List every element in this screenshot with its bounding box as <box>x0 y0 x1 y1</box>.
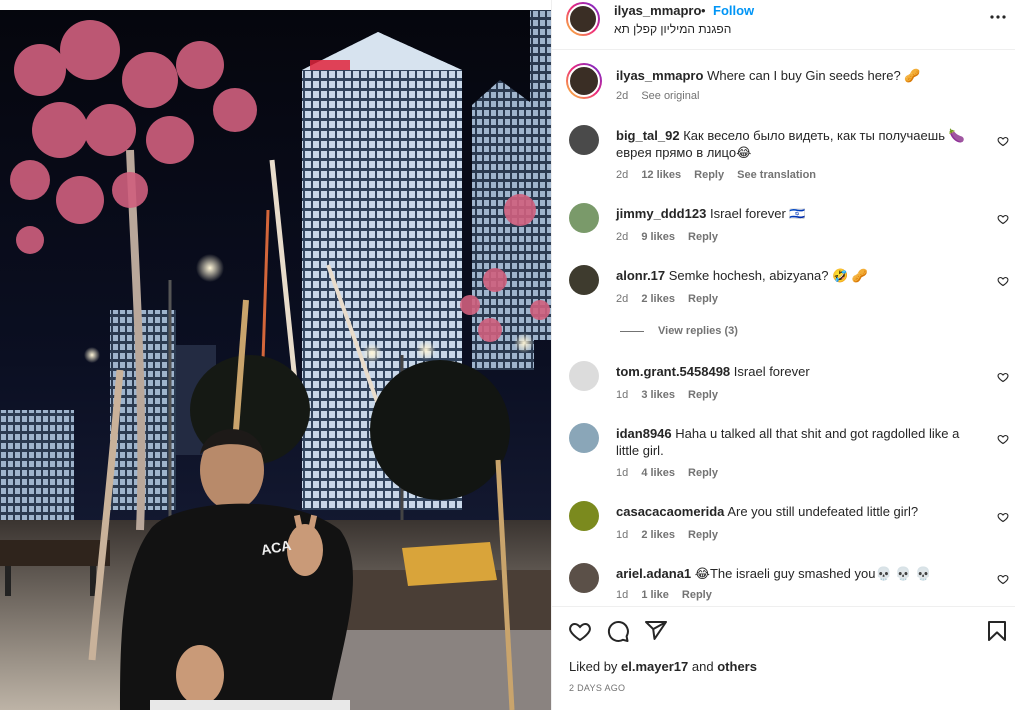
comment-likes[interactable]: 4 likes <box>641 467 675 479</box>
comment-likes[interactable]: 2 likes <box>641 529 675 541</box>
comment-meta: 1d 1 like Reply <box>616 589 722 601</box>
comment-meta: 1d 4 likes Reply <box>616 467 728 479</box>
caption-age: 2d <box>616 90 629 102</box>
header-separator: • <box>701 3 706 18</box>
comment-avatar[interactable] <box>569 563 599 593</box>
post-side-panel: ilyas_mmapro • Follow הפגנת המיליון קפלן… <box>551 0 1015 710</box>
comment-text-line: ariel.adana1 😂The israeli guy smashed yo… <box>616 565 976 582</box>
comment-avatar[interactable] <box>569 125 599 155</box>
comment-age: 1d <box>616 389 629 401</box>
comment-age: 2d <box>616 293 629 305</box>
caption-text: Where can I buy Gin seeds here? 🥜 <box>707 68 921 83</box>
liked-and: and <box>691 659 714 674</box>
comment-meta: 1d 2 likes Reply <box>616 529 728 541</box>
see-original-button[interactable]: See original <box>641 90 699 102</box>
comment-likes[interactable]: 9 likes <box>641 231 675 243</box>
comment-text-line: casacacaomerida Are you still undefeated… <box>616 503 976 520</box>
caption-avatar[interactable] <box>566 63 602 99</box>
more-options-icon[interactable] <box>989 12 1007 22</box>
comment-text-line: idan8946 Haha u talked all that shit and… <box>616 425 976 459</box>
comment-age: 1d <box>616 467 629 479</box>
comment-like-heart-icon[interactable] <box>997 433 1009 445</box>
liked-others-link[interactable]: others <box>717 659 757 674</box>
comment-username[interactable]: big_tal_92 <box>616 128 680 143</box>
comment-like-heart-icon[interactable] <box>997 371 1009 383</box>
view-replies-button[interactable]: View replies (3) <box>620 325 738 337</box>
heart-icon[interactable] <box>568 619 592 643</box>
follow-button[interactable]: Follow <box>713 3 754 18</box>
comment-avatar[interactable] <box>569 423 599 453</box>
comment-text-line: alonr.17 Semke hochesh, abizyana? 🤣 🥜 <box>616 267 976 284</box>
comment-likes[interactable]: 3 likes <box>641 389 675 401</box>
comment-text-line: tom.grant.5458498 Israel forever <box>616 363 976 380</box>
reply-button[interactable]: Reply <box>688 231 718 243</box>
post-actions-bar: Liked by el.mayer17 and others 2 DAYS AG… <box>552 606 1015 710</box>
caption-username[interactable]: ilyas_mmapro <box>616 68 703 83</box>
caption-text-line: ilyas_mmapro Where can I buy Gin seeds h… <box>616 67 976 84</box>
comment-text: Israel forever 🇮🇱 <box>709 206 806 221</box>
comment-age: 2d <box>616 169 629 181</box>
comment-username[interactable]: ariel.adana1 <box>616 566 691 581</box>
post-date[interactable]: 2 DAYS AGO <box>569 683 625 693</box>
instagram-post-modal: ACA ilyas_mmapro • Follow הפגנת המיליון … <box>0 0 1015 710</box>
comment-meta: 2d 12 likes Reply See translation <box>616 169 826 181</box>
post-location[interactable]: הפגנת המיליון קפלן תא <box>614 22 731 36</box>
comment-avatar[interactable] <box>569 501 599 531</box>
reply-button[interactable]: Reply <box>688 529 718 541</box>
comment-avatar[interactable] <box>569 203 599 233</box>
comment-likes[interactable]: 1 like <box>641 589 669 601</box>
author-username[interactable]: ilyas_mmapro <box>614 3 701 18</box>
reply-button[interactable]: Reply <box>688 293 718 305</box>
night-city-photo: ACA <box>0 10 551 710</box>
comment-username[interactable]: jimmy_ddd123 <box>616 206 706 221</box>
comment-age: 2d <box>616 231 629 243</box>
comment-text-line: jimmy_ddd123 Israel forever 🇮🇱 <box>616 205 976 222</box>
comment-meta: 1d 3 likes Reply <box>616 389 728 401</box>
see-translation-button[interactable]: See translation <box>737 169 816 181</box>
liked-by-summary: Liked by el.mayer17 and others <box>569 659 757 674</box>
comment-username[interactable]: tom.grant.5458498 <box>616 364 730 379</box>
comment-like-heart-icon[interactable] <box>997 511 1009 523</box>
comments-list[interactable]: ilyas_mmapro Where can I buy Gin seeds h… <box>552 51 1015 605</box>
comment-username[interactable]: idan8946 <box>616 426 672 441</box>
reply-button[interactable]: Reply <box>688 389 718 401</box>
comment-meta: 2d 2 likes Reply <box>616 293 728 305</box>
comment-like-heart-icon[interactable] <box>997 275 1009 287</box>
reply-button[interactable]: Reply <box>682 589 712 601</box>
comment-text: Are you still undefeated little girl? <box>727 504 919 519</box>
reply-button[interactable]: Reply <box>694 169 724 181</box>
comment-avatar[interactable] <box>569 265 599 295</box>
comment-username[interactable]: alonr.17 <box>616 268 665 283</box>
comment-age: 1d <box>616 529 629 541</box>
comment-like-heart-icon[interactable] <box>997 213 1009 225</box>
post-header: ilyas_mmapro • Follow הפגנת המיליון קפלן… <box>552 0 1015 50</box>
author-avatar[interactable] <box>566 2 600 36</box>
comment-text-line: big_tal_92 Как весело было видеть, как т… <box>616 127 976 161</box>
post-photo[interactable]: ACA <box>0 10 551 710</box>
liked-by-user[interactable]: el.mayer17 <box>621 659 688 674</box>
comment-like-heart-icon[interactable] <box>997 135 1009 147</box>
comment-meta: 2d 9 likes Reply <box>616 231 728 243</box>
comment-text: Israel forever <box>733 364 810 379</box>
comment-avatar[interactable] <box>569 361 599 391</box>
reply-button[interactable]: Reply <box>688 467 718 479</box>
liked-prefix: Liked by <box>569 659 618 674</box>
send-icon[interactable] <box>644 619 668 643</box>
comment-icon[interactable] <box>606 619 630 643</box>
view-replies-line <box>620 330 644 332</box>
comment-like-heart-icon[interactable] <box>997 573 1009 585</box>
bookmark-icon[interactable] <box>985 619 1009 643</box>
comment-likes[interactable]: 2 likes <box>641 293 675 305</box>
comment-text: Semke hochesh, abizyana? 🤣 🥜 <box>668 268 869 283</box>
comment-username[interactable]: casacacaomerida <box>616 504 724 519</box>
view-replies-label: View replies (3) <box>658 325 738 337</box>
caption-meta: 2d See original <box>616 90 709 102</box>
comment-text: 😂The israeli guy smashed you💀 💀 💀 <box>694 566 932 581</box>
comment-likes[interactable]: 12 likes <box>641 169 681 181</box>
comment-age: 1d <box>616 589 629 601</box>
